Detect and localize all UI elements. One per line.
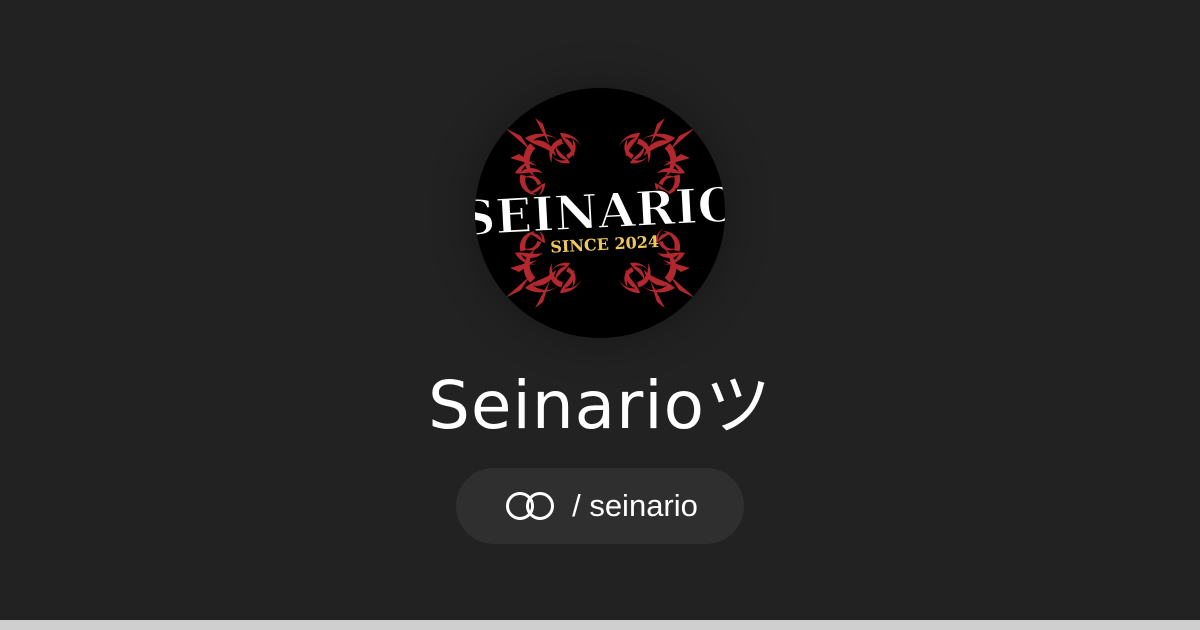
profile-card: SEINARIO SINCE 2024 Seinarioツ / seinario [0, 0, 1200, 620]
profile-handle-text: / seinario [572, 488, 698, 523]
bottom-divider [0, 620, 1200, 630]
profile-display-name: Seinarioツ [428, 367, 772, 444]
profile-avatar[interactable]: SEINARIO SINCE 2024 [475, 88, 725, 338]
profile-handle-link[interactable]: / seinario [456, 468, 744, 544]
seinario-logo-image: SEINARIO SINCE 2024 [475, 88, 725, 338]
interlocking-rings-icon [502, 490, 558, 522]
